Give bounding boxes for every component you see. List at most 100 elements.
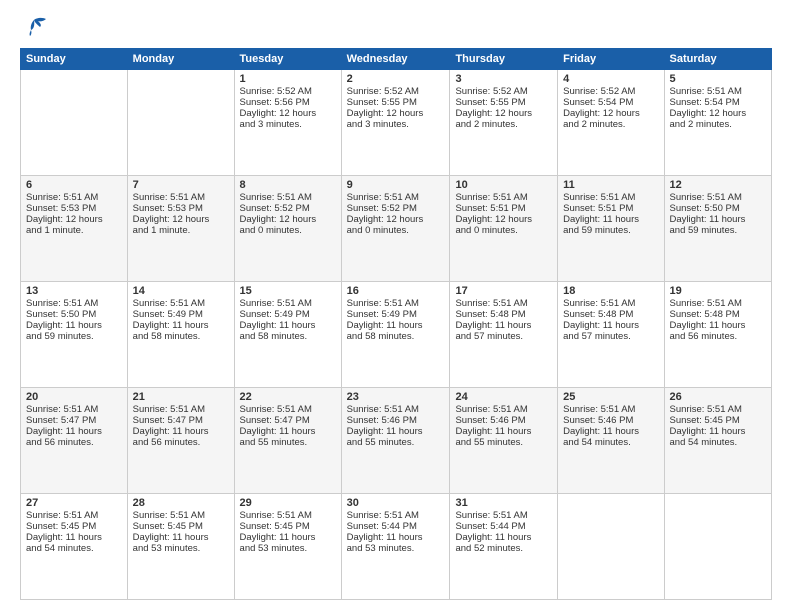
- day-number: 19: [670, 285, 766, 297]
- day-number: 2: [347, 73, 445, 85]
- day-info-line: and 55 minutes.: [347, 437, 445, 448]
- day-info-line: Sunrise: 5:51 AM: [26, 510, 122, 521]
- day-info-line: Sunset: 5:45 PM: [133, 521, 229, 532]
- logo-icon: [20, 16, 48, 38]
- day-cell: 13Sunrise: 5:51 AMSunset: 5:50 PMDayligh…: [21, 282, 128, 388]
- day-number: 25: [563, 391, 658, 403]
- day-info-line: Sunrise: 5:51 AM: [133, 404, 229, 415]
- day-info-line: Sunset: 5:53 PM: [133, 203, 229, 214]
- day-info-line: Sunset: 5:45 PM: [240, 521, 336, 532]
- day-number: 31: [455, 497, 552, 509]
- day-info-line: Sunset: 5:49 PM: [133, 309, 229, 320]
- day-header-wednesday: Wednesday: [341, 49, 450, 70]
- day-number: 3: [455, 73, 552, 85]
- day-number: 13: [26, 285, 122, 297]
- day-info-line: Daylight: 11 hours: [133, 426, 229, 437]
- day-info-line: Daylight: 11 hours: [670, 320, 766, 331]
- day-info-line: Sunrise: 5:51 AM: [347, 298, 445, 309]
- day-info-line: Daylight: 11 hours: [347, 532, 445, 543]
- day-info-line: Sunset: 5:44 PM: [455, 521, 552, 532]
- week-row-5: 27Sunrise: 5:51 AMSunset: 5:45 PMDayligh…: [21, 494, 772, 600]
- day-header-sunday: Sunday: [21, 49, 128, 70]
- day-cell: 7Sunrise: 5:51 AMSunset: 5:53 PMDaylight…: [127, 176, 234, 282]
- day-number: 18: [563, 285, 658, 297]
- day-info-line: Sunrise: 5:51 AM: [26, 404, 122, 415]
- day-info-line: and 57 minutes.: [455, 331, 552, 342]
- header: [20, 16, 772, 38]
- day-cell: 11Sunrise: 5:51 AMSunset: 5:51 PMDayligh…: [558, 176, 664, 282]
- day-number: 30: [347, 497, 445, 509]
- day-info-line: Daylight: 12 hours: [455, 108, 552, 119]
- day-info-line: Daylight: 12 hours: [563, 108, 658, 119]
- day-info-line: Sunset: 5:44 PM: [347, 521, 445, 532]
- day-number: 11: [563, 179, 658, 191]
- day-info-line: Sunset: 5:50 PM: [670, 203, 766, 214]
- day-info-line: Sunset: 5:54 PM: [563, 97, 658, 108]
- day-cell: 28Sunrise: 5:51 AMSunset: 5:45 PMDayligh…: [127, 494, 234, 600]
- day-info-line: Sunset: 5:47 PM: [26, 415, 122, 426]
- day-info-line: Daylight: 11 hours: [455, 320, 552, 331]
- day-number: 28: [133, 497, 229, 509]
- day-cell: 5Sunrise: 5:51 AMSunset: 5:54 PMDaylight…: [664, 70, 771, 176]
- day-number: 12: [670, 179, 766, 191]
- day-info-line: and 59 minutes.: [26, 331, 122, 342]
- day-info-line: Sunset: 5:52 PM: [240, 203, 336, 214]
- day-info-line: and 1 minute.: [26, 225, 122, 236]
- day-info-line: and 52 minutes.: [455, 543, 552, 554]
- day-number: 9: [347, 179, 445, 191]
- day-info-line: Sunrise: 5:51 AM: [26, 192, 122, 203]
- day-info-line: Sunset: 5:55 PM: [347, 97, 445, 108]
- day-cell: 15Sunrise: 5:51 AMSunset: 5:49 PMDayligh…: [234, 282, 341, 388]
- day-info-line: Sunrise: 5:51 AM: [670, 298, 766, 309]
- day-info-line: Daylight: 12 hours: [455, 214, 552, 225]
- day-info-line: Daylight: 12 hours: [347, 108, 445, 119]
- day-info-line: Sunrise: 5:52 AM: [347, 86, 445, 97]
- day-info-line: Sunrise: 5:51 AM: [133, 192, 229, 203]
- day-info-line: Sunset: 5:53 PM: [26, 203, 122, 214]
- day-info-line: Daylight: 11 hours: [347, 426, 445, 437]
- day-info-line: Sunset: 5:48 PM: [563, 309, 658, 320]
- day-info-line: Sunrise: 5:52 AM: [563, 86, 658, 97]
- day-header-thursday: Thursday: [450, 49, 558, 70]
- day-info-line: Sunset: 5:47 PM: [240, 415, 336, 426]
- day-info-line: Sunset: 5:56 PM: [240, 97, 336, 108]
- day-cell: [127, 70, 234, 176]
- day-info-line: Sunset: 5:51 PM: [455, 203, 552, 214]
- day-info-line: Sunrise: 5:51 AM: [563, 404, 658, 415]
- day-cell: 27Sunrise: 5:51 AMSunset: 5:45 PMDayligh…: [21, 494, 128, 600]
- day-info-line: Daylight: 12 hours: [133, 214, 229, 225]
- day-info-line: and 55 minutes.: [455, 437, 552, 448]
- day-info-line: Daylight: 11 hours: [133, 320, 229, 331]
- day-info-line: Sunrise: 5:51 AM: [26, 298, 122, 309]
- day-cell: 3Sunrise: 5:52 AMSunset: 5:55 PMDaylight…: [450, 70, 558, 176]
- day-number: 24: [455, 391, 552, 403]
- day-cell: 24Sunrise: 5:51 AMSunset: 5:46 PMDayligh…: [450, 388, 558, 494]
- day-info-line: Sunrise: 5:51 AM: [455, 510, 552, 521]
- day-info-line: and 58 minutes.: [347, 331, 445, 342]
- day-number: 23: [347, 391, 445, 403]
- day-info-line: and 2 minutes.: [455, 119, 552, 130]
- day-number: 26: [670, 391, 766, 403]
- day-info-line: Daylight: 12 hours: [26, 214, 122, 225]
- day-number: 22: [240, 391, 336, 403]
- day-info-line: Sunset: 5:46 PM: [455, 415, 552, 426]
- week-row-2: 6Sunrise: 5:51 AMSunset: 5:53 PMDaylight…: [21, 176, 772, 282]
- day-info-line: Sunrise: 5:51 AM: [563, 298, 658, 309]
- day-info-line: and 59 minutes.: [670, 225, 766, 236]
- day-info-line: and 56 minutes.: [670, 331, 766, 342]
- day-cell: 29Sunrise: 5:51 AMSunset: 5:45 PMDayligh…: [234, 494, 341, 600]
- day-info-line: Sunrise: 5:52 AM: [455, 86, 552, 97]
- day-cell: 30Sunrise: 5:51 AMSunset: 5:44 PMDayligh…: [341, 494, 450, 600]
- day-info-line: Sunrise: 5:51 AM: [670, 404, 766, 415]
- day-info-line: Sunset: 5:55 PM: [455, 97, 552, 108]
- day-cell: 1Sunrise: 5:52 AMSunset: 5:56 PMDaylight…: [234, 70, 341, 176]
- day-number: 1: [240, 73, 336, 85]
- day-info-line: and 59 minutes.: [563, 225, 658, 236]
- day-info-line: and 54 minutes.: [670, 437, 766, 448]
- day-cell: 25Sunrise: 5:51 AMSunset: 5:46 PMDayligh…: [558, 388, 664, 494]
- day-number: 10: [455, 179, 552, 191]
- day-info-line: and 0 minutes.: [347, 225, 445, 236]
- day-number: 4: [563, 73, 658, 85]
- day-cell: 12Sunrise: 5:51 AMSunset: 5:50 PMDayligh…: [664, 176, 771, 282]
- day-info-line: Sunset: 5:54 PM: [670, 97, 766, 108]
